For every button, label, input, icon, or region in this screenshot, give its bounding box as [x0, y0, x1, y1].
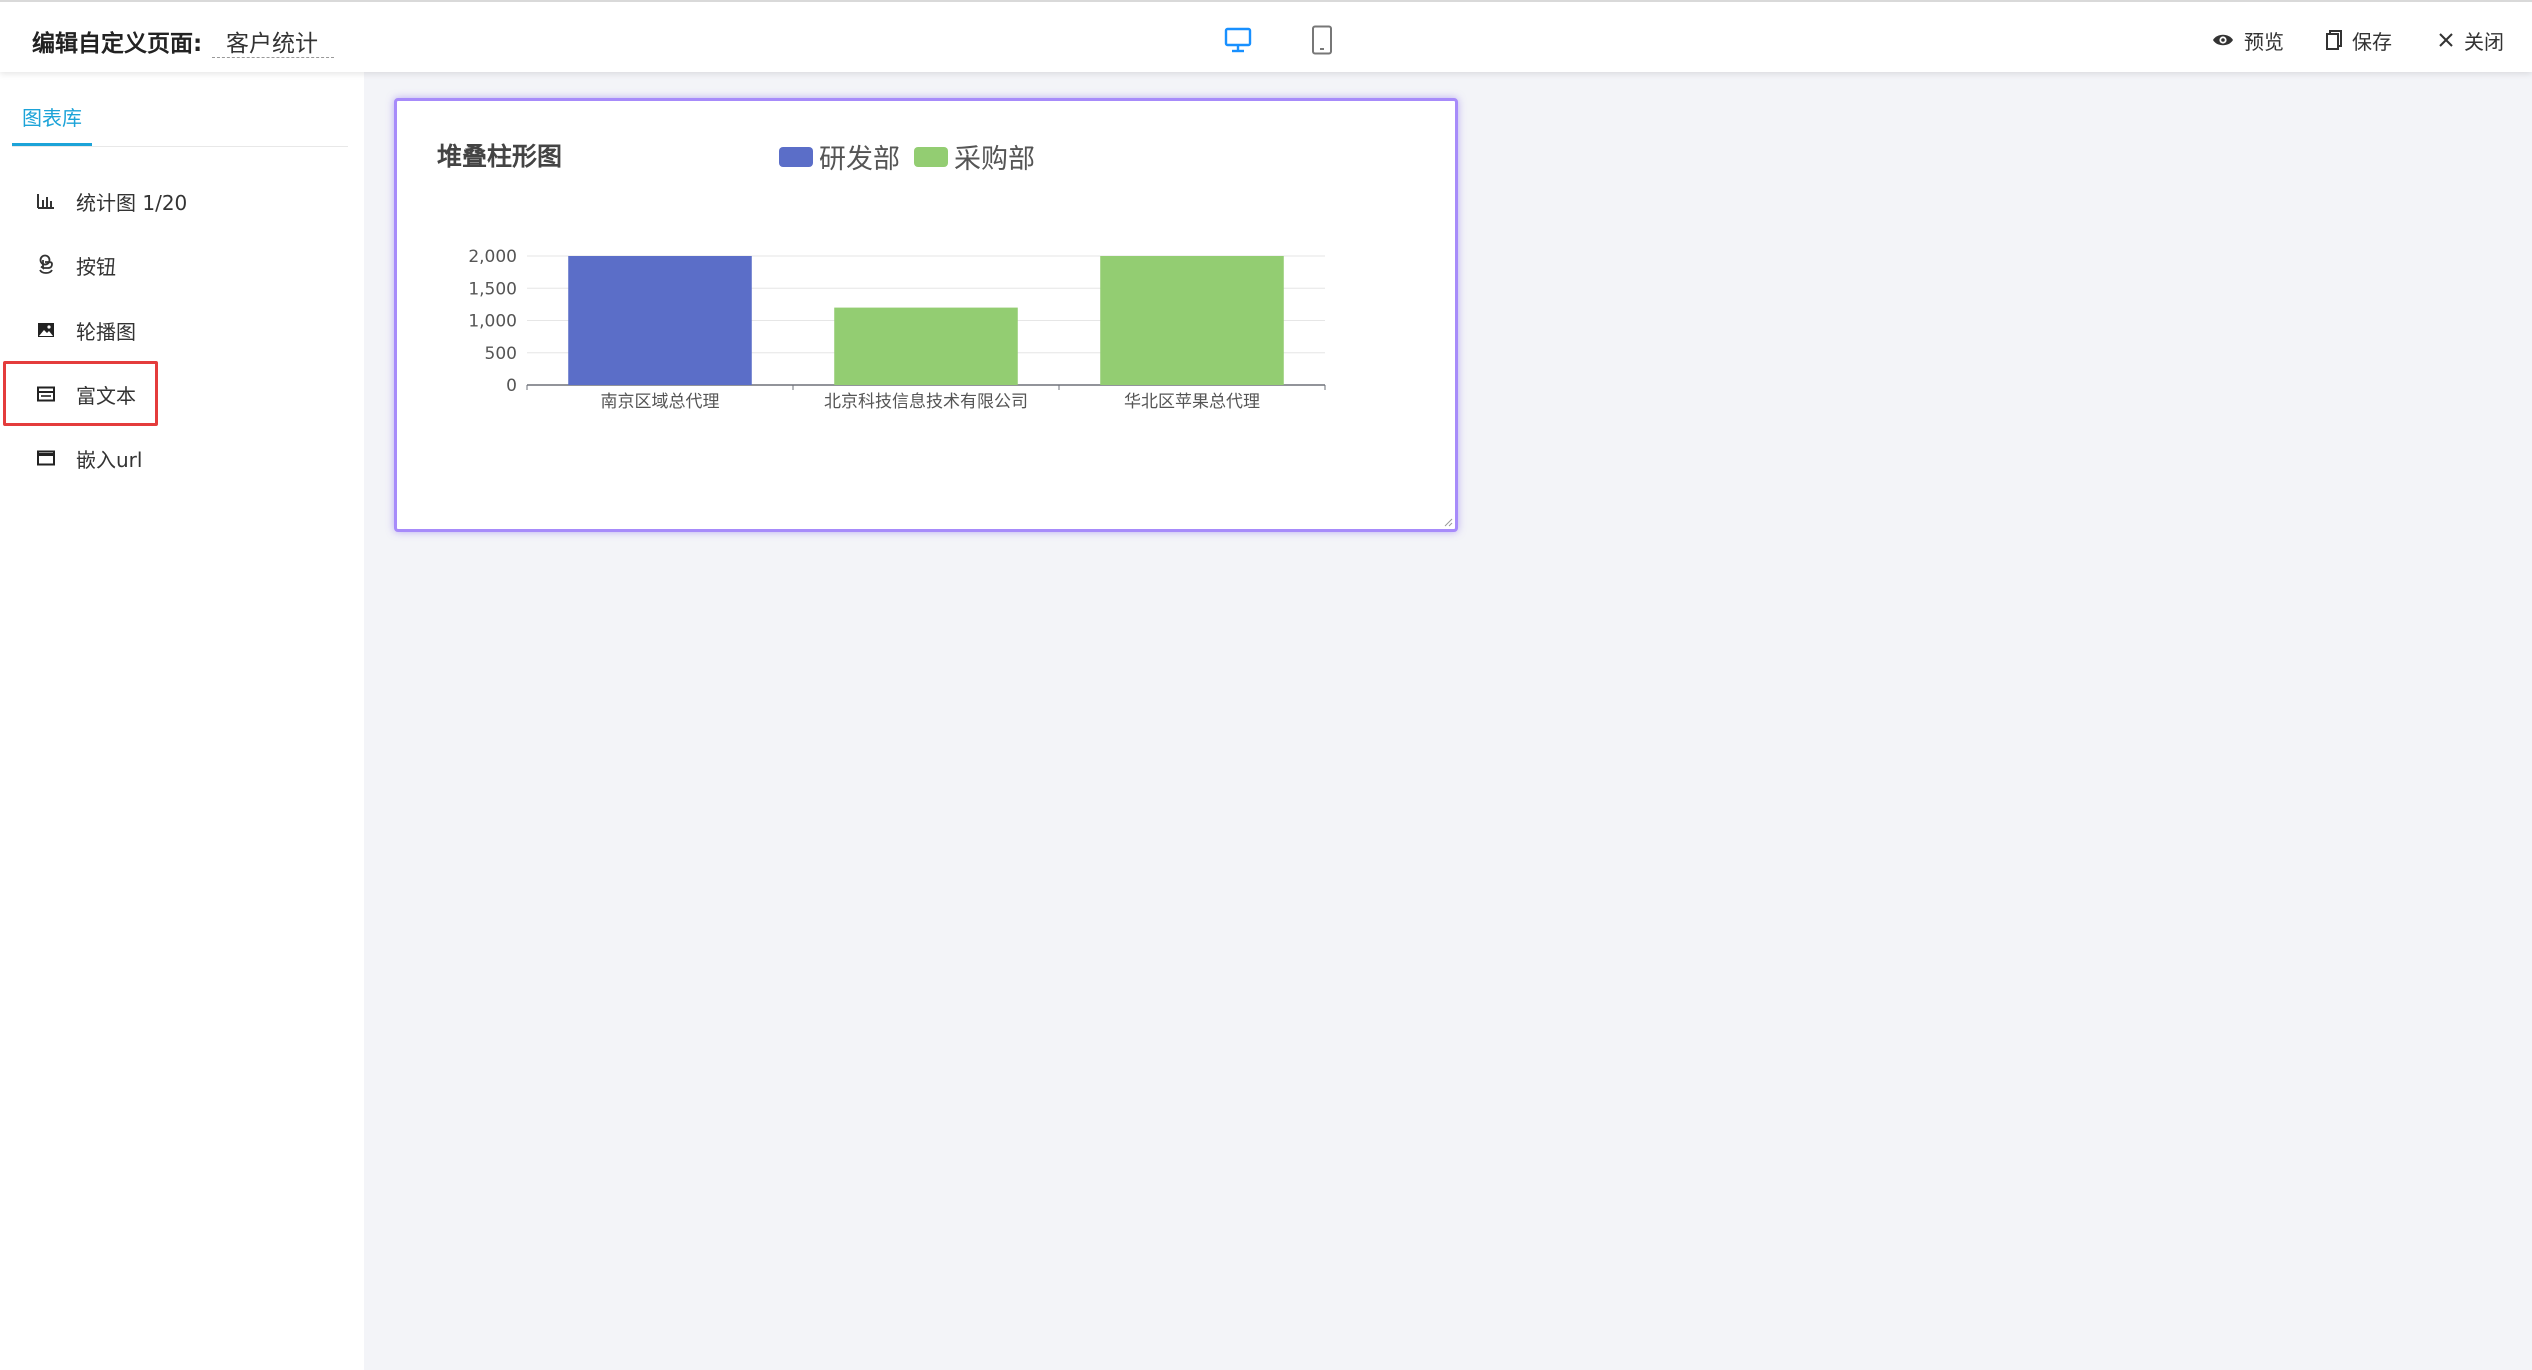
resize-handle-icon[interactable]: [1443, 517, 1453, 527]
bar: [834, 307, 1018, 385]
desktop-icon: [1224, 27, 1252, 53]
x-category-label: 南京区域总代理: [601, 392, 720, 412]
sidebar-divider: [12, 146, 348, 147]
sidebar-item-embed-url[interactable]: 嵌入url: [36, 443, 142, 473]
image-icon: [36, 320, 56, 340]
preview-label: 预览: [2244, 29, 2284, 54]
mobile-view-button[interactable]: [1306, 24, 1338, 56]
desktop-view-button[interactable]: [1222, 24, 1254, 56]
save-button[interactable]: 保存: [2326, 26, 2392, 54]
x-category-label: 华北区苹果总代理: [1124, 392, 1260, 412]
sidebar-item-label: 嵌入url: [76, 447, 143, 472]
bar: [568, 256, 752, 385]
y-tick-label: 1,000: [468, 312, 517, 332]
chart-widget[interactable]: 堆叠柱形图 研发部 采购部 0 500 1,000 1,500 2,000 南京区域总代理…: [394, 98, 1458, 532]
close-button[interactable]: 关闭: [2438, 26, 2504, 54]
top-bar: 编辑自定义页面: 客户统计 预览 保存 关闭: [0, 0, 2532, 72]
y-tick-label: 500: [485, 344, 517, 364]
page-name-input[interactable]: 客户统计: [212, 24, 334, 58]
sidebar-item-label: 按钮: [76, 254, 116, 279]
y-tick-label: 2,000: [468, 247, 517, 267]
sidebar-item-label: 统计图 1/20: [76, 190, 188, 215]
bar: [1100, 256, 1284, 385]
x-category-label: 北京科技信息技术有限公司: [824, 392, 1028, 412]
preview-button[interactable]: 预览: [2212, 26, 2284, 54]
eye-icon: [2213, 34, 2233, 46]
component-sidebar: 图表库 统计图 1/20 按钮 轮播图 富文本 嵌入url: [0, 72, 364, 1370]
close-label: 关闭: [2464, 29, 2504, 54]
save-label: 保存: [2352, 29, 2392, 54]
page-label: 编辑自定义页面:: [32, 31, 203, 57]
close-icon: [2439, 33, 2453, 47]
sidebar-item-carousel[interactable]: 轮播图: [36, 315, 136, 345]
selection-highlight: [3, 361, 158, 426]
bar-chart: 0 500 1,000 1,500 2,000 南京区域总代理 北京科技信息技术有限公司 华北…: [468, 247, 1326, 412]
copy-icon: [2326, 30, 2342, 50]
mobile-icon: [1312, 25, 1332, 55]
bar-chart-icon: [36, 191, 56, 211]
button-icon: [36, 254, 56, 275]
sidebar-item-button[interactable]: 按钮: [36, 250, 116, 280]
y-tick-label: 0: [506, 376, 517, 396]
window-icon: [36, 448, 56, 468]
sidebar-item-label: 轮播图: [76, 319, 136, 344]
sidebar-item-chart[interactable]: 统计图 1/20: [36, 186, 187, 216]
y-tick-label: 1,500: [468, 279, 517, 299]
tab-chart-library[interactable]: 图表库: [12, 102, 92, 146]
